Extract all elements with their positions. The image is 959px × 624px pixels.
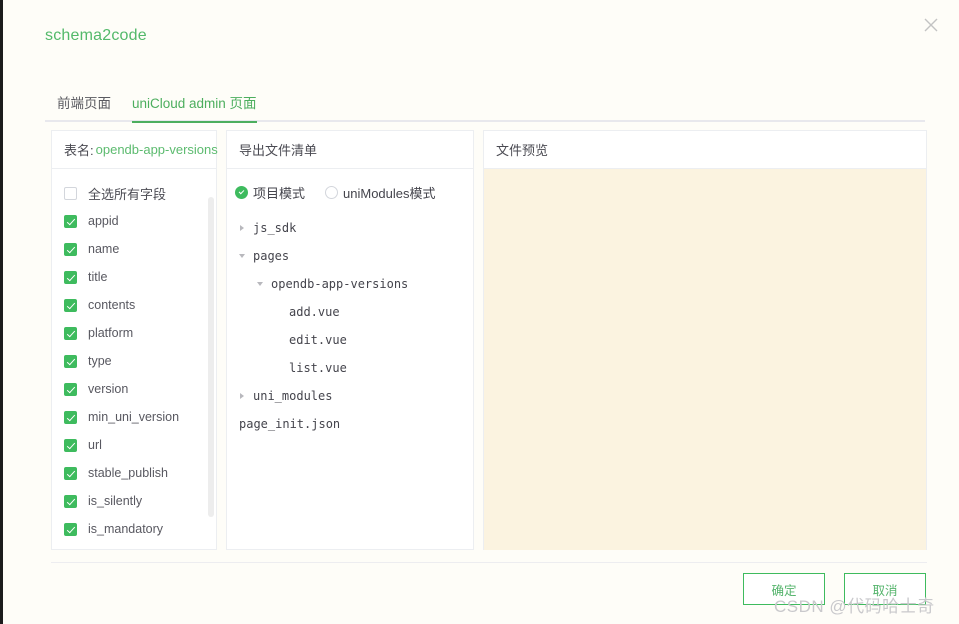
tree-node-pages[interactable]: pages [227, 242, 473, 270]
tree-node-label: js_sdk [253, 221, 297, 235]
field-label: min_uni_version [88, 410, 180, 424]
radio-icon-unimodules-mode[interactable] [325, 186, 339, 199]
app-window: schema2code 前端页面 uniCloud admin 页面 表名: o… [0, 0, 959, 624]
list-item[interactable]: type [52, 347, 216, 375]
table-name-prefix: 表名: [64, 143, 94, 158]
list-item[interactable]: title [52, 263, 216, 291]
tab-unicloud-admin-page[interactable]: uniCloud admin 页面 [132, 92, 257, 123]
chevron-down-icon[interactable] [235, 254, 249, 258]
fields-panel: 表名: opendb-app-versions 全选所有字段 appid nam… [51, 130, 218, 550]
fields-panel-header: 表名: opendb-app-versions [52, 131, 218, 169]
export-file-list-panel: 导出文件清单 项目模式 uniModules模式 js_sdk pages op… [226, 130, 474, 550]
checkbox-icon[interactable] [64, 438, 77, 452]
field-label: is_silently [88, 494, 143, 508]
mode-radio-group: 项目模式 uniModules模式 [227, 169, 473, 212]
list-item[interactable]: is_mandatory [52, 515, 216, 543]
file-tree: js_sdk pages opendb-app-versions add.vue… [227, 212, 473, 438]
file-preview-content[interactable] [484, 169, 926, 550]
list-item[interactable]: appid [52, 207, 216, 235]
chevron-right-icon[interactable] [235, 393, 249, 399]
tree-node-label: page_init.json [239, 417, 341, 431]
tree-node-label: opendb-app-versions [271, 277, 409, 291]
tab-bar: 前端页面 uniCloud admin 页面 [45, 92, 925, 123]
file-preview-header: 文件预览 [484, 131, 926, 169]
tree-node-label: uni_modules [253, 389, 333, 403]
checkbox-icon[interactable] [64, 354, 77, 368]
tree-node-list-vue[interactable]: list.vue [227, 354, 473, 382]
checkbox-select-all[interactable]: 全选所有字段 [52, 179, 216, 207]
radio-label-unimodules-mode[interactable]: uniModules模式 [343, 183, 436, 202]
tree-node-page-init-json[interactable]: page_init.json [227, 410, 473, 438]
tree-node-label: pages [253, 249, 290, 263]
tree-node-opendb-app-versions[interactable]: opendb-app-versions [227, 270, 473, 298]
checkbox-icon[interactable] [64, 298, 77, 312]
list-item[interactable]: stable_publish [52, 459, 216, 487]
list-item[interactable]: is_silently [52, 487, 216, 515]
fields-panel-body: 全选所有字段 appid name title contents platfor… [52, 169, 216, 550]
checkbox-icon[interactable] [64, 382, 77, 396]
checkbox-label: 全选所有字段 [88, 186, 167, 202]
field-label: contents [88, 298, 136, 312]
table-name-value: opendb-app-versions [95, 142, 218, 157]
list-item[interactable]: min_uni_version [52, 403, 216, 431]
checkbox-icon[interactable] [64, 466, 77, 480]
fields-scrollbar[interactable] [208, 197, 214, 517]
field-label: name [88, 242, 120, 256]
list-item-partial[interactable] [52, 543, 216, 550]
page-title: schema2code [45, 27, 147, 44]
list-item[interactable]: contents [52, 291, 216, 319]
checkbox-icon[interactable] [64, 186, 77, 200]
fields-list: 全选所有字段 appid name title contents platfor… [52, 169, 216, 550]
field-label: type [88, 354, 112, 368]
list-item[interactable]: url [52, 431, 216, 459]
checkbox-icon[interactable] [64, 214, 77, 228]
confirm-button[interactable]: 确定 [743, 573, 825, 605]
tree-node-edit-vue[interactable]: edit.vue [227, 326, 473, 354]
field-label: is_mandatory [88, 522, 164, 536]
tab-frontend-page[interactable]: 前端页面 [57, 92, 111, 121]
tree-node-label: list.vue [289, 361, 347, 375]
field-label: version [88, 382, 129, 396]
file-preview-panel: 文件预览 [483, 130, 927, 550]
chevron-right-icon[interactable] [235, 225, 249, 231]
export-list-header: 导出文件清单 [227, 131, 473, 169]
footer-divider [51, 562, 927, 563]
checkbox-icon[interactable] [64, 410, 77, 424]
field-label: title [88, 270, 108, 284]
radio-label-project-mode[interactable]: 项目模式 [253, 183, 305, 202]
checkbox-icon[interactable] [64, 522, 77, 536]
checkbox-icon[interactable] [64, 326, 77, 340]
tree-node-label: edit.vue [289, 333, 347, 347]
export-list-body: 项目模式 uniModules模式 js_sdk pages opendb-ap… [227, 169, 473, 550]
field-label: url [88, 438, 102, 452]
checkbox-icon[interactable] [64, 242, 77, 256]
panels-row: 表名: opendb-app-versions 全选所有字段 appid nam… [51, 130, 927, 550]
field-label: platform [88, 326, 134, 340]
field-label: appid [88, 214, 119, 228]
tree-node-add-vue[interactable]: add.vue [227, 298, 473, 326]
list-item[interactable]: name [52, 235, 216, 263]
checkbox-icon[interactable] [64, 494, 77, 508]
tree-node-js-sdk[interactable]: js_sdk [227, 214, 473, 242]
checkbox-icon[interactable] [64, 270, 77, 284]
tree-node-label: add.vue [289, 305, 340, 319]
close-icon[interactable] [918, 12, 944, 38]
cancel-button[interactable]: 取消 [844, 573, 926, 605]
field-label: stable_publish [88, 466, 168, 480]
schema2code-dialog: schema2code 前端页面 uniCloud admin 页面 表名: o… [6, 0, 959, 624]
radio-icon-project-mode[interactable] [235, 186, 248, 199]
chevron-down-icon[interactable] [253, 282, 267, 286]
tree-node-uni-modules[interactable]: uni_modules [227, 382, 473, 410]
list-item[interactable]: platform [52, 319, 216, 347]
list-item[interactable]: version [52, 375, 216, 403]
